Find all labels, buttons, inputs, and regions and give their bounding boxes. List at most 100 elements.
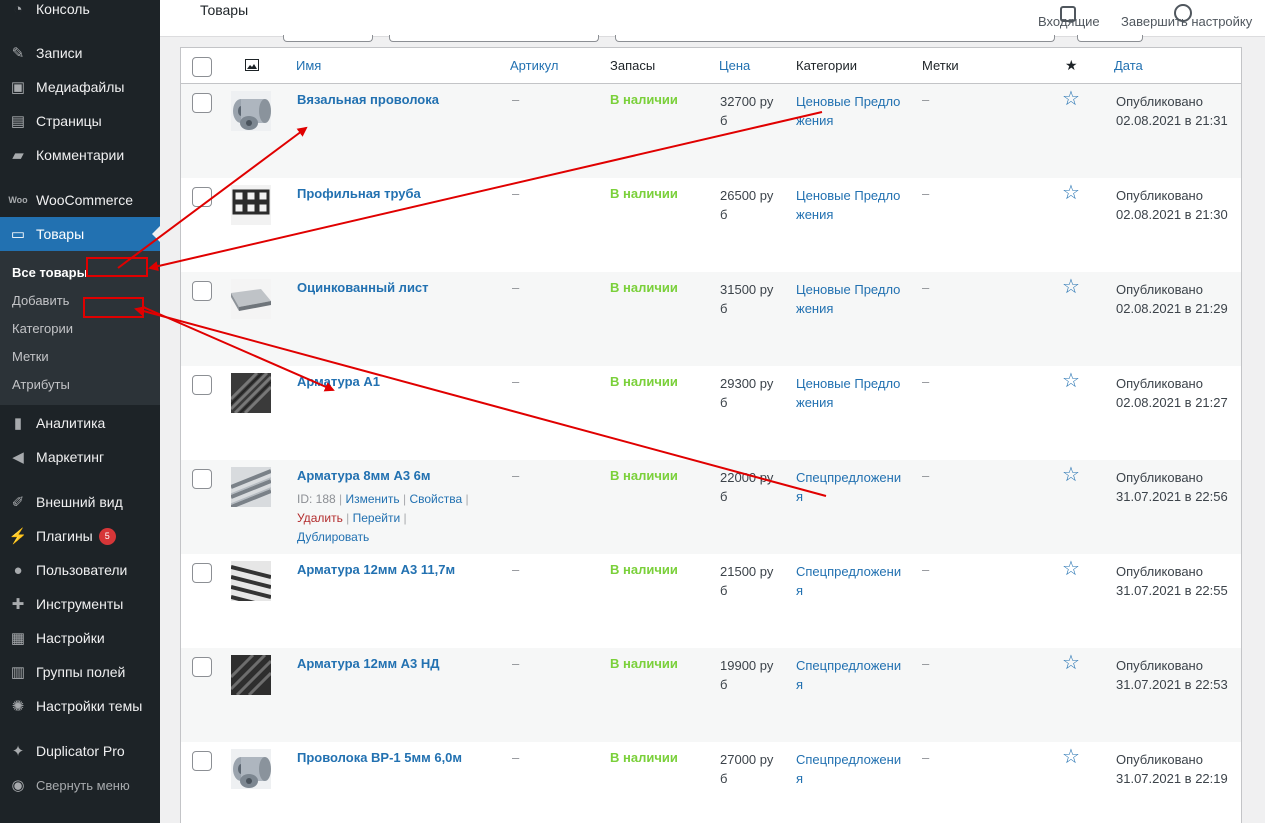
product-name-link[interactable]: Профильная труба [297, 186, 421, 201]
featured-star-icon[interactable]: ☆ [1062, 371, 1080, 391]
menu-posts[interactable]: ✎ Записи [0, 36, 160, 70]
column-name[interactable]: Имя [296, 58, 321, 73]
finish-setup-button[interactable]: Завершить настройку [1121, 4, 1252, 29]
row-checkbox[interactable] [192, 375, 212, 395]
menu-comments[interactable]: ▰ Комментарии [0, 138, 160, 172]
product-name-link[interactable]: Арматура А1 [297, 374, 380, 389]
product-thumbnail[interactable] [231, 279, 271, 319]
select-all-checkbox[interactable] [192, 57, 212, 77]
filter-dropdown-stub[interactable] [389, 35, 599, 42]
price-value: 22000 руб [720, 470, 774, 504]
featured-star-icon[interactable]: ☆ [1062, 653, 1080, 673]
dashboard-icon: ◔ [13, 0, 23, 18]
table-row: Проволока ВР-1 5мм 6,0м – В наличии 2700… [181, 742, 1241, 823]
menu-pages[interactable]: ▤ Страницы [0, 104, 160, 138]
menu-users[interactable]: ● Пользователи [0, 553, 160, 587]
menu-tools[interactable]: ✚ Инструменты [0, 587, 160, 621]
table-row: Оцинкованный лист – В наличии 31500 руб … [181, 272, 1241, 366]
featured-star-icon[interactable]: ☆ [1062, 559, 1080, 579]
delete-link[interactable]: Удалить [297, 511, 343, 525]
row-checkbox[interactable] [192, 563, 212, 583]
category-link[interactable]: Ценовые Предложения [796, 186, 906, 224]
category-link[interactable]: Ценовые Предложения [796, 92, 906, 130]
table-row: Арматура А1 – В наличии 29300 руб Ценовы… [181, 366, 1241, 460]
sku-value: – [512, 468, 520, 483]
featured-star-icon[interactable]: ☆ [1062, 183, 1080, 203]
table-row: Арматура 12мм А3 11,7м – В наличии 21500… [181, 554, 1241, 648]
row-checkbox[interactable] [192, 93, 212, 113]
category-link[interactable]: Ценовые Предложения [796, 280, 906, 318]
product-thumbnail[interactable] [231, 185, 271, 225]
filter-dropdown-stub[interactable] [615, 35, 1055, 42]
row-checkbox[interactable] [192, 469, 212, 489]
row-checkbox[interactable] [192, 751, 212, 771]
menu-analytics[interactable]: ▮ Аналитика [0, 406, 160, 440]
product-name-link[interactable]: Вязальная проволока [297, 92, 439, 107]
menu-marketing[interactable]: ◀ Маркетинг [0, 440, 160, 474]
tags-value: – [922, 562, 930, 577]
column-sku[interactable]: Артикул [510, 58, 558, 73]
submenu-add-product[interactable]: Добавить [12, 293, 69, 308]
menu-plugins[interactable]: ⚡ Плагины 5 [0, 519, 160, 553]
product-thumbnail[interactable] [231, 91, 271, 131]
product-name-link[interactable]: Арматура 8мм А3 6м [297, 468, 431, 483]
row-checkbox[interactable] [192, 657, 212, 677]
submenu-attributes[interactable]: Атрибуты [12, 377, 70, 392]
featured-star-icon[interactable]: ☆ [1062, 465, 1080, 485]
product-thumbnail[interactable] [231, 373, 271, 413]
product-thumbnail[interactable] [231, 749, 271, 789]
menu-field-groups[interactable]: ▥ Группы полей [0, 655, 160, 689]
product-thumbnail[interactable] [231, 467, 271, 507]
stock-status: В наличии [610, 186, 678, 201]
wrench-icon: ✚ [11, 596, 25, 613]
menu-console[interactable]: ◔ Консоль [0, 0, 160, 26]
category-link[interactable]: Спецпредложения [796, 750, 906, 788]
quick-edit-link[interactable]: Свойства [409, 492, 462, 506]
product-name-link[interactable]: Арматура 12мм А3 НД [297, 656, 440, 671]
submenu-all-products[interactable]: Все товары [12, 265, 88, 280]
menu-settings[interactable]: ▦ Настройки [0, 621, 160, 655]
featured-star-icon[interactable]: ☆ [1062, 747, 1080, 767]
menu-woocommerce[interactable]: Woo WooCommerce [0, 183, 160, 217]
row-checkbox[interactable] [192, 281, 212, 301]
tags-value: – [922, 750, 930, 765]
view-link[interactable]: Перейти [353, 511, 401, 525]
product-thumbnail[interactable] [231, 561, 271, 601]
category-link[interactable]: Спецпредложения [796, 562, 906, 600]
collapse-menu-button[interactable]: ◉ Свернуть меню [0, 768, 160, 802]
filter-dropdown-stub[interactable] [283, 35, 373, 42]
settings-icon: ▦ [10, 630, 26, 647]
duplicate-link[interactable]: Дублировать [297, 530, 369, 544]
menu-appearance[interactable]: ✐ Внешний вид [0, 485, 160, 519]
publish-date: Опубликовано 02.08.2021 в 21:27 [1116, 376, 1228, 410]
category-link[interactable]: Спецпредложения [796, 468, 906, 506]
product-name-link[interactable]: Арматура 12мм А3 11,7м [297, 562, 455, 577]
submenu-categories[interactable]: Категории [12, 321, 73, 336]
tags-value: – [922, 186, 930, 201]
featured-star-icon[interactable]: ☆ [1062, 89, 1080, 109]
column-featured[interactable]: ★ [1065, 57, 1078, 74]
gear-icon: ✺ [11, 698, 25, 715]
column-price[interactable]: Цена [719, 58, 750, 73]
menu-duplicator-pro[interactable]: ✦ Duplicator Pro [0, 734, 160, 768]
category-link[interactable]: Ценовые Предложения [796, 374, 906, 412]
progress-circle-icon [1174, 4, 1192, 22]
menu-theme-settings[interactable]: ✺ Настройки темы [0, 689, 160, 723]
category-link[interactable]: Спецпредложения [796, 656, 906, 694]
filter-button-stub[interactable] [1077, 35, 1143, 42]
product-thumbnail[interactable] [231, 655, 271, 695]
price-value: 31500 руб [720, 282, 774, 316]
featured-star-icon[interactable]: ☆ [1062, 277, 1080, 297]
menu-products[interactable]: ▭ Товары [0, 217, 160, 251]
price-value: 19900 руб [720, 658, 774, 692]
row-checkbox[interactable] [192, 187, 212, 207]
submenu-tags[interactable]: Метки [12, 349, 49, 364]
menu-media[interactable]: ▣ Медиафайлы [0, 70, 160, 104]
product-name-link[interactable]: Проволока ВР-1 5мм 6,0м [297, 750, 462, 765]
pin-icon: ✎ [11, 45, 25, 62]
table-row: Арматура 12мм А3 НД – В наличии 19900 ру… [181, 648, 1241, 742]
column-date[interactable]: Дата [1114, 58, 1143, 73]
edit-link[interactable]: Изменить [346, 492, 400, 506]
product-name-link[interactable]: Оцинкованный лист [297, 280, 429, 295]
inbox-button[interactable]: Входящие [1038, 6, 1100, 29]
